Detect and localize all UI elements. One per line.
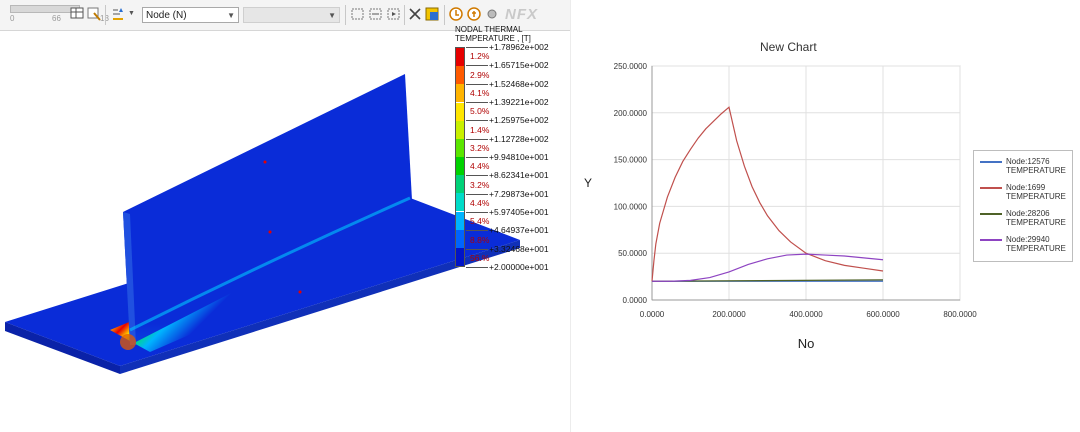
legend-percentage: 1.2% [470, 51, 490, 62]
legend-level-value: +1.25975e+002 [489, 115, 549, 126]
chart-title: New Chart [760, 40, 817, 54]
series-line-1 [651, 106, 884, 282]
slider-tick: 0 [10, 14, 15, 23]
legend-series-name: Node:29940 TEMPERATURE [1006, 235, 1066, 253]
legend-tick [466, 120, 488, 122]
legend-percentage: 4.1% [470, 87, 490, 98]
legend-color-band [456, 175, 464, 194]
dropdown-arrow-icon[interactable]: ▼ [128, 10, 135, 17]
legend-series-name: Node:12576 TEMPERATURE [1006, 157, 1066, 175]
x-axis-label: No [798, 336, 815, 351]
legend-color-band [456, 247, 464, 266]
legend-level-value: +3.32468e+001 [489, 243, 549, 254]
legend-color-band [456, 84, 464, 103]
legend-level-value: +1.52468e+002 [489, 78, 549, 89]
legend-tick [466, 157, 488, 158]
y-tick-label: 250.0000 [614, 62, 648, 71]
result-color-icon[interactable] [424, 6, 440, 22]
legend-series-name: Node:1699 TEMPERATURE [1006, 183, 1066, 201]
legend-color-band [456, 157, 464, 176]
x-tick-label: 0.0000 [640, 310, 665, 319]
legend-percentage: 4.4% [470, 197, 490, 208]
legend-swatch [980, 239, 1002, 241]
legend-color-band [456, 211, 464, 230]
y-tick-label: 200.0000 [614, 109, 648, 118]
deform-icon[interactable] [350, 6, 366, 22]
settings-icon[interactable] [484, 6, 500, 22]
legend-percentage: 5.4% [470, 216, 490, 227]
probe-value-icon[interactable] [448, 6, 464, 22]
legend-percentage: 56.% [470, 252, 490, 263]
animate-icon[interactable] [386, 6, 402, 22]
component-select: ▼ [243, 7, 340, 23]
query-icon[interactable] [466, 6, 482, 22]
result-type-select[interactable]: Node (N) ▼ [142, 7, 239, 23]
legend-series-name: Node:28206 TEMPERATURE [1006, 209, 1066, 227]
x-tick-label: 600.0000 [866, 310, 900, 319]
x-tick-label: 200.0000 [712, 310, 746, 319]
probe-icon[interactable] [86, 6, 102, 22]
legend-level-value: +9.94810e+001 [489, 152, 549, 162]
sort-icon[interactable] [110, 6, 126, 22]
legend-tick [466, 248, 488, 250]
legend-tick [466, 230, 488, 232]
legend-level-value: +8.62341e+001 [489, 170, 549, 181]
legend-percentage: 2.9% [470, 69, 490, 80]
legend-level-value: +7.29873e+001 [489, 188, 549, 199]
legend-tick [466, 83, 488, 85]
legend-color-band [456, 229, 464, 248]
y-tick-label: 150.0000 [614, 156, 648, 165]
legend-tick [466, 212, 488, 213]
legend-color-band [456, 138, 464, 157]
legend-swatch [980, 187, 1002, 189]
legend-percentage: 5.0% [470, 106, 490, 117]
legend-percentage: 8.8% [470, 234, 490, 245]
legend-tick [466, 267, 488, 268]
legend-level-value: +4.64937e+001 [489, 225, 549, 236]
legend-tick [466, 193, 488, 195]
legend-color-band [456, 120, 464, 139]
series-line-2 [651, 279, 884, 282]
contour-legend-bar [455, 47, 465, 267]
legend-swatch [980, 213, 1002, 215]
legend-tick [466, 47, 488, 48]
legend-color-band [456, 48, 464, 67]
legend-tick [466, 175, 488, 177]
legend-percentage: 3.2% [470, 179, 490, 190]
undeform-icon[interactable] [368, 6, 384, 22]
nfx-logo: NFX [505, 6, 538, 23]
series-line-3 [652, 253, 884, 282]
panel-divider [570, 0, 571, 432]
legend-level-value: +2.00000e+001 [489, 262, 549, 272]
legend-percentage: 1.4% [470, 124, 490, 135]
legend-level-value: +1.39221e+002 [489, 97, 549, 107]
legend-tick [466, 65, 488, 67]
legend-swatch [980, 161, 1002, 163]
legend-level-value: +1.12728e+002 [489, 133, 549, 144]
legend-level-value: +1.65715e+002 [489, 60, 549, 71]
legend-level-value: +5.97405e+001 [489, 207, 549, 217]
legend-tick [466, 102, 488, 103]
y-tick-label: 50.0000 [618, 249, 647, 258]
legend-level-value: +1.78962e+002 [489, 42, 549, 52]
clear-result-icon[interactable] [407, 6, 423, 22]
legend-tick [466, 138, 488, 140]
chart-legend: Node:12576 TEMPERATURE Node:1699 TEMPERAT… [973, 150, 1073, 262]
table-icon[interactable] [70, 6, 86, 22]
legend-color-band [456, 193, 464, 212]
x-tick-label: 800.0000 [943, 310, 977, 319]
slider-tick: 66 [52, 14, 61, 23]
plot-area [651, 65, 961, 301]
x-tick-label: 400.0000 [789, 310, 823, 319]
y-tick-label: 100.0000 [614, 202, 648, 211]
legend-color-band [456, 66, 464, 85]
contour-legend-title: NODAL THERMAL TEMPERATURE , [T] [455, 25, 531, 43]
legend-color-band [456, 102, 464, 121]
y-tick-label: 0.0000 [623, 296, 648, 305]
legend-percentage: 4.4% [470, 161, 490, 172]
legend-percentage: 3.2% [470, 142, 490, 153]
y-axis-label: Y [584, 176, 592, 190]
